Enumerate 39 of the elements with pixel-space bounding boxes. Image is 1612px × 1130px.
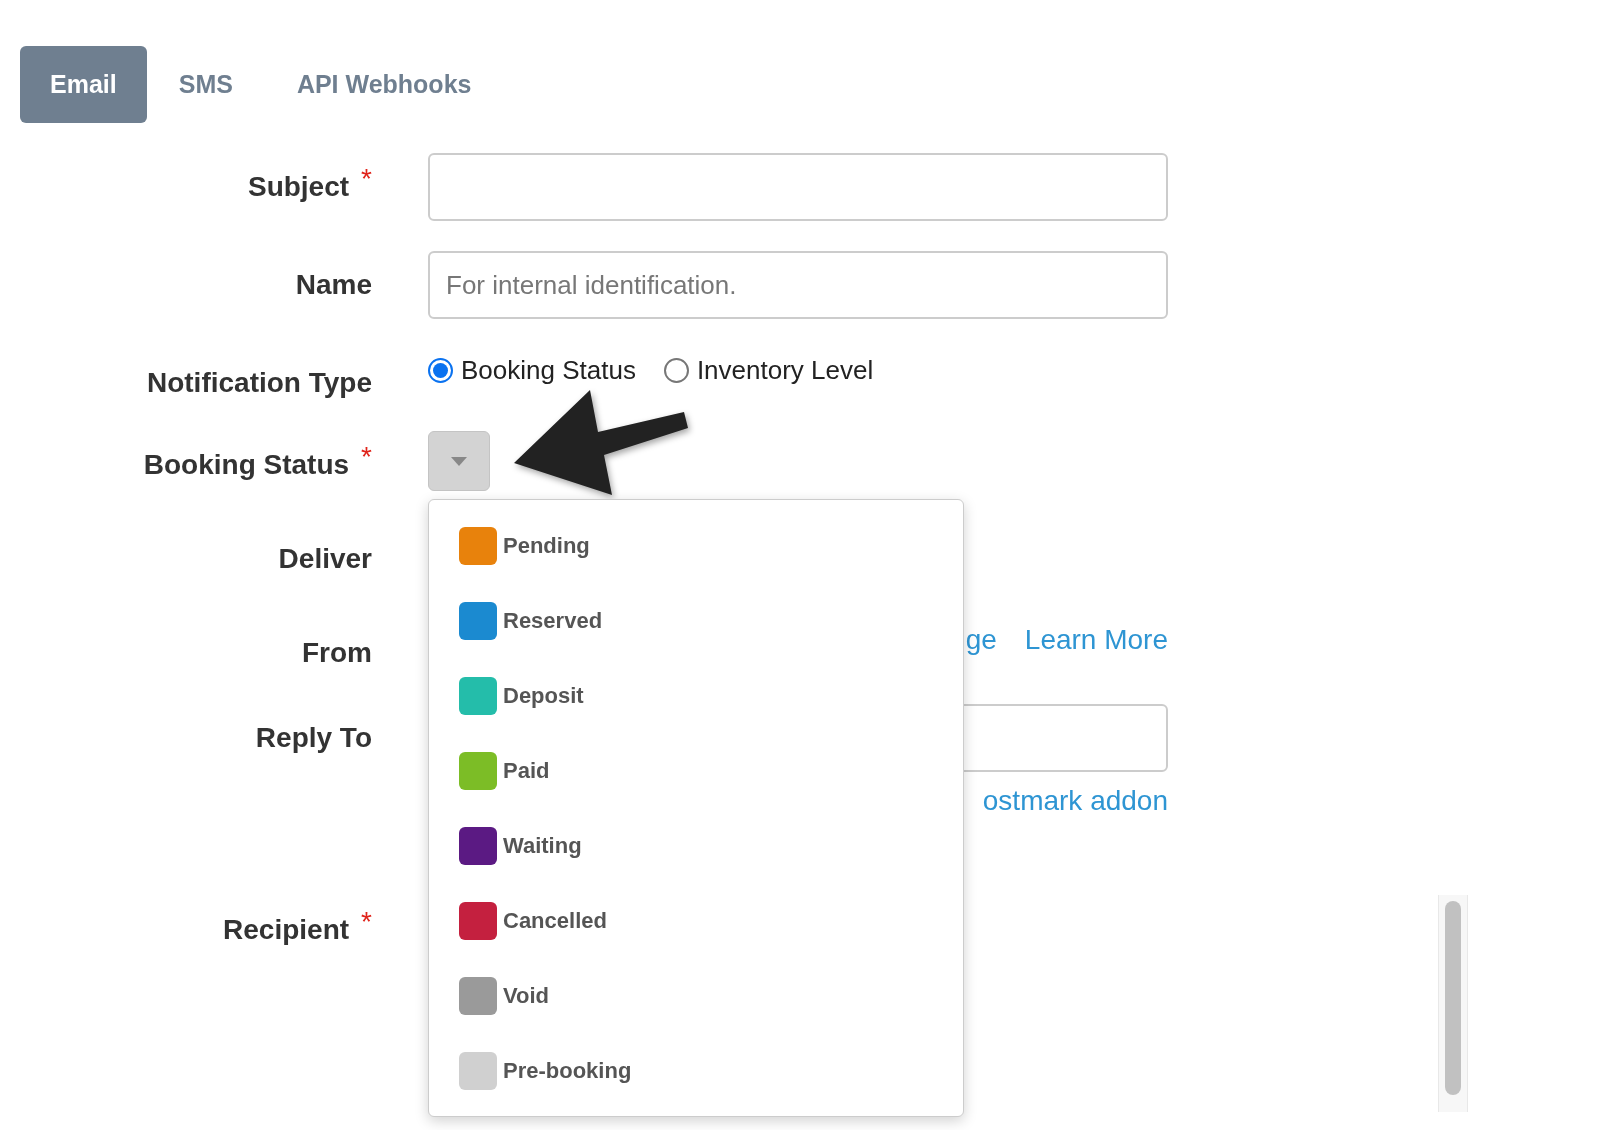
status-option[interactable]: Pre-booking bbox=[429, 1052, 963, 1127]
status-option[interactable]: Deposit bbox=[429, 677, 963, 752]
field-label: Name bbox=[295, 269, 372, 301]
status-option[interactable]: Pending bbox=[429, 527, 963, 602]
required-asterisk: * bbox=[361, 165, 372, 193]
status-option[interactable]: Waiting bbox=[429, 827, 963, 902]
scrollbar-thumb[interactable] bbox=[1445, 901, 1461, 1095]
status-label: Paid bbox=[503, 757, 550, 785]
status-select[interactable] bbox=[428, 431, 490, 491]
field-label: From bbox=[302, 637, 372, 669]
radio-button[interactable] bbox=[663, 357, 689, 383]
tab[interactable]: API Webhooks bbox=[264, 46, 504, 123]
required-asterisk: * bbox=[361, 908, 372, 936]
required-asterisk: * bbox=[361, 443, 372, 471]
tab[interactable]: Email bbox=[20, 46, 147, 123]
status-option[interactable]: Cancelled bbox=[429, 902, 963, 977]
field-label: Reply To bbox=[255, 722, 372, 754]
text-input[interactable] bbox=[428, 153, 1168, 221]
field-label: Deliver bbox=[278, 543, 372, 575]
status-option[interactable]: Void bbox=[429, 977, 963, 1052]
text-input[interactable]: For internal identification. bbox=[428, 251, 1168, 319]
status-label: Pre-booking bbox=[503, 1057, 632, 1085]
caret-icon bbox=[451, 456, 467, 466]
status-label: Void bbox=[503, 982, 550, 1010]
radio-label: Inventory Level bbox=[696, 353, 874, 387]
status-option[interactable]: Reserved bbox=[429, 602, 963, 677]
status-label: Pending bbox=[503, 532, 590, 560]
radio-label: Booking Status bbox=[461, 353, 636, 387]
field-label: Notification Type bbox=[146, 367, 372, 399]
field-label: Booking Status bbox=[143, 449, 350, 481]
field-label: Recipient bbox=[223, 914, 350, 946]
status-label: Deposit bbox=[503, 682, 584, 710]
status-label: Waiting bbox=[503, 832, 582, 860]
status-option[interactable]: Paid bbox=[429, 752, 963, 827]
radio-button[interactable] bbox=[428, 357, 453, 383]
tab[interactable]: SMS bbox=[146, 46, 265, 123]
status-label: Cancelled bbox=[503, 907, 607, 935]
field-label: Subject bbox=[247, 171, 350, 203]
status-label: Reserved bbox=[503, 607, 603, 635]
